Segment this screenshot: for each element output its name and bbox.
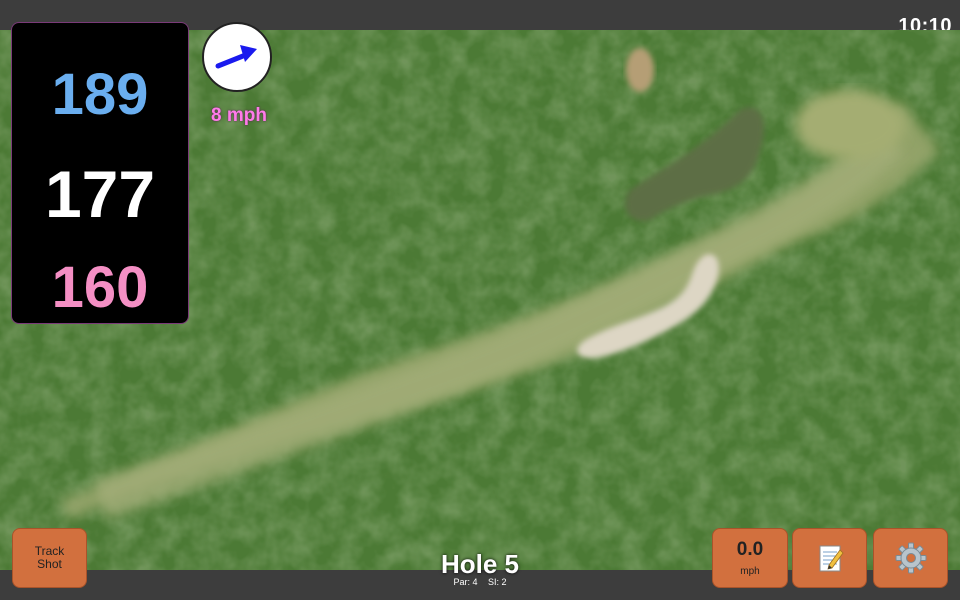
settings-button[interactable] [873, 528, 948, 588]
yardage-back: 189 [51, 62, 149, 127]
notes-button[interactable] [792, 528, 867, 588]
track-shot-label-line2: Shot [37, 557, 62, 571]
yardage-front: 160 [51, 255, 149, 320]
speed-value: 0.0 [736, 538, 764, 560]
wind-speed-label: 8 mph [211, 105, 267, 126]
hole-title: Hole 5 [440, 549, 520, 579]
yardage-panel: 189 177 160 [11, 22, 189, 324]
hole-info: Par: 4 SI: 2 [380, 577, 580, 588]
notepad-icon [819, 545, 844, 572]
track-shot-button[interactable]: Track Shot [12, 528, 87, 588]
gear-icon [895, 542, 926, 574]
hole-stroke-index: SI: 2 [488, 577, 507, 587]
wind-arrow-icon [215, 45, 257, 69]
hole-par: Par: 4 [453, 577, 478, 587]
speed-unit: mph [740, 565, 760, 577]
wind-indicator [202, 22, 272, 92]
speed-button[interactable]: 0.0 mph [712, 528, 788, 588]
yardage-middle: 177 [44, 157, 156, 231]
